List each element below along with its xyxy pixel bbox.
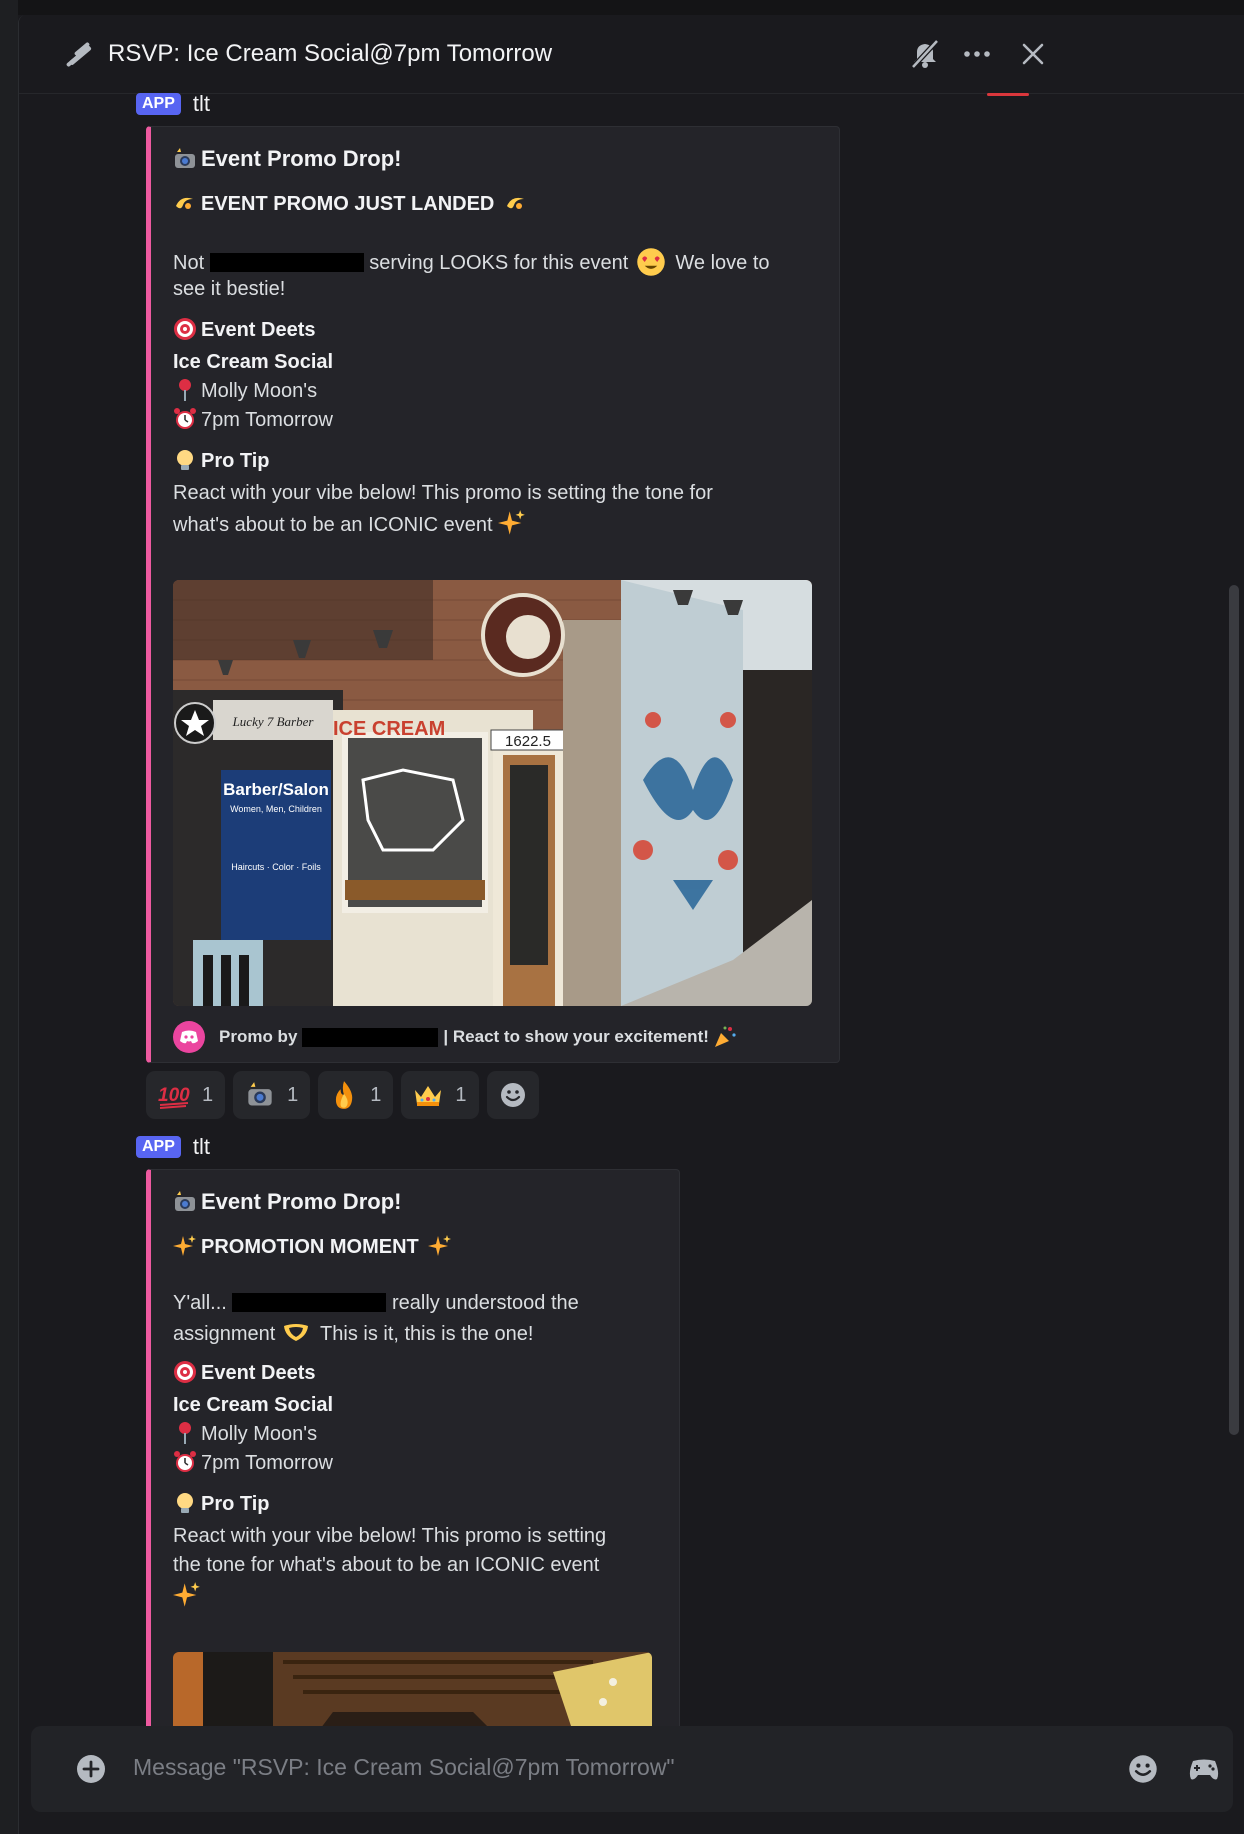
close-icon[interactable] bbox=[1016, 37, 1050, 71]
gamepad-icon[interactable] bbox=[1187, 1753, 1221, 1785]
reaction-camera[interactable]: 1 bbox=[233, 1071, 311, 1119]
discord-icon bbox=[173, 1021, 205, 1053]
emoji-picker-icon[interactable] bbox=[1127, 1753, 1159, 1785]
channel-list-edge bbox=[0, 0, 18, 1834]
embed-card: Event Promo Drop! PROMOTION MOMENT Y'all… bbox=[146, 1169, 680, 1771]
sparkles-icon bbox=[428, 1235, 452, 1256]
hundred-points-icon: 100 bbox=[158, 1085, 190, 1109]
sign-services: Haircuts · Color · Foils bbox=[231, 862, 321, 872]
camera-flash-icon bbox=[175, 148, 195, 168]
app-tag: APP bbox=[136, 93, 181, 115]
message-composer: Message "RSVP: Ice Cream Social@7pm Tomo… bbox=[31, 1726, 1233, 1812]
dizzy-icon bbox=[176, 197, 193, 209]
smiley-icon bbox=[500, 1083, 525, 1107]
embed-description-line2: assignment This is it, this is the one! bbox=[173, 1319, 533, 1347]
redacted-username bbox=[302, 1027, 439, 1047]
event-time: 7pm Tomorrow bbox=[173, 1450, 333, 1476]
event-location: Molly Moon's bbox=[173, 1421, 317, 1447]
message-input[interactable]: Message "RSVP: Ice Cream Social@7pm Tomo… bbox=[133, 1754, 675, 1781]
window-top-bar bbox=[0, 0, 1244, 15]
add-reaction-button[interactable] bbox=[486, 1071, 539, 1119]
author-name[interactable]: tlt bbox=[193, 91, 210, 117]
address-number: 1622.5 bbox=[505, 733, 551, 750]
camera-flash-icon bbox=[175, 1191, 195, 1211]
barber-name: Lucky 7 Barber bbox=[232, 714, 315, 729]
scrollbar-thumb[interactable] bbox=[1229, 585, 1239, 1435]
dizzy-icon bbox=[506, 197, 524, 209]
reaction-hundred[interactable]: 100 1 bbox=[146, 1071, 226, 1119]
tip-text-line3 bbox=[173, 1581, 205, 1611]
event-name: Ice Cream Social bbox=[173, 1394, 334, 1416]
target-icon bbox=[174, 318, 196, 340]
embed-title: Event Promo Drop! bbox=[173, 1189, 401, 1215]
embed-title: Event Promo Drop! bbox=[173, 146, 401, 172]
event-name: Ice Cream Social bbox=[173, 351, 334, 373]
embed-subtitle: PROMOTION MOMENT bbox=[173, 1234, 456, 1260]
embed-subtitle: EVENT PROMO JUST LANDED bbox=[173, 191, 532, 217]
reaction-bar: 100 1 1 1 1 bbox=[146, 1071, 539, 1119]
embed-description: Not serving LOOKS for this event We love… bbox=[173, 247, 770, 277]
party-popper-icon bbox=[714, 1026, 736, 1047]
light-bulb-icon bbox=[177, 450, 193, 470]
target-icon bbox=[174, 1361, 196, 1383]
heart-eyes-icon bbox=[637, 248, 665, 276]
thread-panel: RSVP: Ice Cream Social@7pm Tomorrow APP … bbox=[18, 15, 1244, 1834]
tip-text-line1: React with your vibe below! This promo i… bbox=[173, 1525, 607, 1547]
sparkles-icon bbox=[173, 1235, 196, 1256]
event-location: Molly Moon's bbox=[173, 378, 317, 404]
add-attachment-icon[interactable] bbox=[75, 1753, 107, 1785]
sign-ice-cream: ICE CREAM bbox=[333, 718, 445, 740]
sign-barber: Barber/Salon bbox=[223, 780, 329, 799]
camera-flash-icon bbox=[248, 1082, 272, 1106]
tip-text-line1: React with your vibe below! This promo i… bbox=[173, 482, 713, 504]
sign-barber-sub: Women, Men, Children bbox=[230, 804, 322, 814]
thread-title: RSVP: Ice Cream Social@7pm Tomorrow bbox=[108, 40, 553, 67]
tip-heading: Pro Tip bbox=[173, 1491, 270, 1517]
tip-text-line2: the tone for what's about to be an ICONI… bbox=[173, 1554, 600, 1576]
pin-icon bbox=[179, 379, 191, 401]
alarm-clock-icon bbox=[174, 1451, 196, 1472]
app-tag: APP bbox=[136, 1136, 181, 1158]
storefront-photo: Barber/Salon Women, Men, Children Haircu… bbox=[173, 580, 812, 1006]
message-header: APP tlt bbox=[136, 91, 210, 117]
heart-hands-icon bbox=[283, 1324, 308, 1341]
embed-description-line2: see it bestie! bbox=[173, 278, 286, 300]
crown-icon bbox=[415, 1086, 442, 1106]
alarm-clock-icon bbox=[174, 408, 196, 429]
tip-text-line2: what's about to be an ICONIC event bbox=[173, 509, 530, 538]
mute-bell-icon[interactable] bbox=[908, 37, 942, 71]
embed-description: Y'all... really understood the bbox=[173, 1292, 579, 1314]
fire-icon bbox=[336, 1081, 353, 1109]
notification-badge bbox=[987, 93, 1029, 96]
embed-card: Event Promo Drop! EVENT PROMO JUST LANDE… bbox=[146, 126, 840, 1063]
redacted-username bbox=[209, 253, 364, 272]
light-bulb-icon bbox=[177, 1493, 193, 1513]
message-header: APP tlt bbox=[136, 1134, 210, 1160]
pin-icon bbox=[179, 1422, 191, 1444]
tip-heading: Pro Tip bbox=[173, 448, 270, 474]
embed-footer: Promo by | React to show your excitement… bbox=[173, 1021, 741, 1053]
promo-image[interactable]: Barber/Salon Women, Men, Children Haircu… bbox=[173, 580, 812, 1006]
reaction-crown[interactable]: 1 bbox=[401, 1071, 479, 1119]
deets-heading: Event Deets bbox=[173, 317, 316, 343]
reaction-fire[interactable]: 1 bbox=[318, 1071, 394, 1119]
redacted-username bbox=[232, 1293, 387, 1312]
sparkles-icon bbox=[498, 510, 525, 535]
event-time: 7pm Tomorrow bbox=[173, 407, 333, 433]
thread-header: RSVP: Ice Cream Social@7pm Tomorrow bbox=[19, 15, 1244, 94]
deets-heading: Event Deets bbox=[173, 1360, 316, 1386]
thread-icon bbox=[66, 42, 92, 67]
sparkles-icon bbox=[173, 1582, 200, 1607]
author-name[interactable]: tlt bbox=[193, 1134, 210, 1160]
more-icon[interactable] bbox=[960, 37, 994, 71]
